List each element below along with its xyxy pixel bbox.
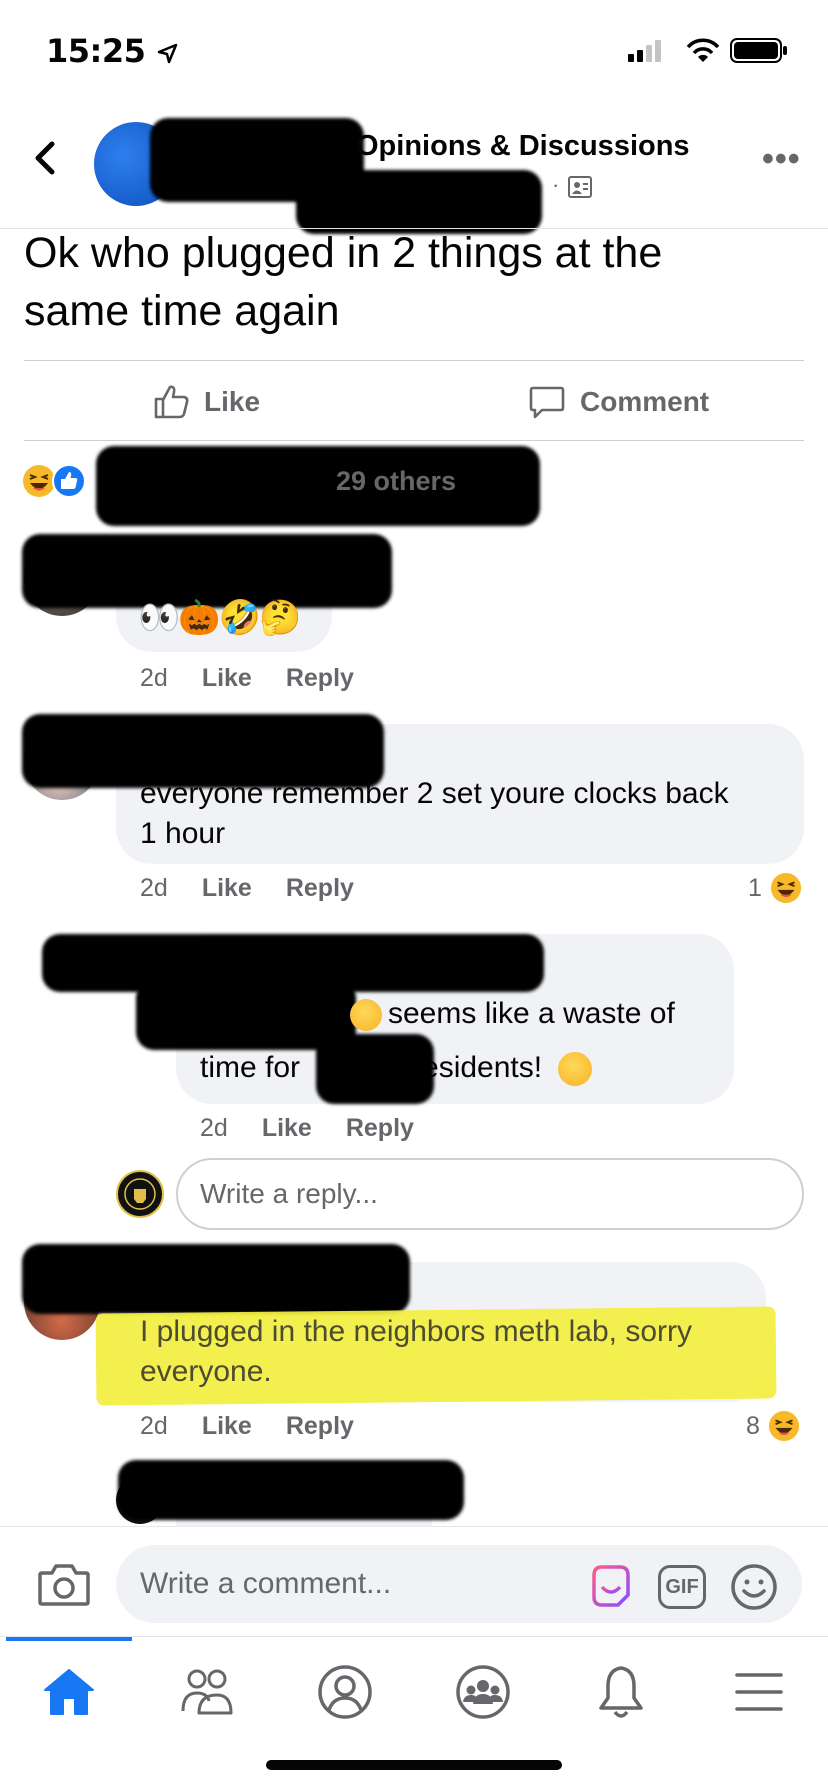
friends-icon xyxy=(181,1669,233,1715)
laugh-react-icon xyxy=(770,872,801,904)
tab-friends[interactable] xyxy=(172,1657,242,1727)
reaction-summary[interactable]: 29 others xyxy=(336,466,456,497)
redacted-commenter xyxy=(22,1244,410,1314)
comment-meta: 2d Like Reply xyxy=(140,1412,354,1441)
comment-icon xyxy=(529,386,565,419)
gif-button[interactable]: GIF xyxy=(658,1565,706,1609)
like-icon xyxy=(154,385,189,419)
like-button[interactable]: Like xyxy=(152,380,260,424)
user-avatar xyxy=(116,1170,164,1218)
avatar-sticker-button[interactable] xyxy=(588,1563,634,1609)
more-options-button[interactable]: ••• xyxy=(762,140,801,179)
tab-home-indicator xyxy=(6,1637,132,1641)
comment-reply-button[interactable]: Reply xyxy=(286,1412,354,1441)
back-button[interactable] xyxy=(30,138,70,182)
comment-time: 2d xyxy=(140,1412,168,1440)
location-arrow-icon xyxy=(157,43,178,64)
post-text: Ok who plugged in 2 things at the same t… xyxy=(24,229,663,335)
laugh-react-icon xyxy=(768,1410,799,1442)
signal-icon xyxy=(628,40,661,62)
action-divider-bottom xyxy=(24,440,804,441)
redacted-reply-author xyxy=(118,1460,464,1520)
status-time: 15:25 xyxy=(46,32,178,70)
comment-reply-button[interactable]: Reply xyxy=(286,664,354,693)
comment-reply-button[interactable]: Reply xyxy=(286,874,354,903)
comment-text: everyone remember 2 set youre clocks bac… xyxy=(140,777,729,850)
comment-text: I plugged in the neighbors meth lab, sor… xyxy=(140,1315,692,1388)
rofl-emoji-icon xyxy=(350,999,382,1032)
menu-icon xyxy=(735,1673,783,1711)
wifi-icon xyxy=(686,38,720,62)
redacted-location xyxy=(316,1034,434,1104)
reply-input[interactable]: Write a reply... xyxy=(176,1158,804,1230)
fist-badge-icon xyxy=(124,1178,156,1210)
group-title[interactable]: Opinions & Discussions xyxy=(356,130,690,163)
chevron-left-icon xyxy=(35,141,55,175)
home-indicator xyxy=(266,1760,562,1770)
comment-composer: Write a comment... GIF xyxy=(0,1526,828,1636)
comment-reaction-count[interactable]: 8 xyxy=(746,1410,800,1442)
joy-emoji-icon xyxy=(558,1052,593,1087)
privacy-icon xyxy=(568,176,592,203)
redacted-reactors xyxy=(96,446,540,526)
tab-menu[interactable] xyxy=(724,1657,794,1727)
comment-emojis: 👀🎃🤣🤔 xyxy=(138,599,301,637)
tab-notifications[interactable] xyxy=(586,1657,656,1727)
tab-home[interactable] xyxy=(34,1657,104,1727)
group-sub-separator: · xyxy=(552,172,560,197)
comment-time: 2d xyxy=(140,874,168,902)
redacted-commenter xyxy=(22,534,392,608)
reaction-laugh-icon xyxy=(22,464,56,498)
bell-icon xyxy=(599,1666,643,1718)
comment-meta: 2d Like Reply xyxy=(140,874,354,903)
reply-reply-button[interactable]: Reply xyxy=(346,1114,414,1143)
comment-like-button[interactable]: Like xyxy=(202,664,252,693)
profile-icon xyxy=(318,1665,372,1719)
comment-meta: 2d Like Reply xyxy=(140,664,354,693)
camera-icon xyxy=(38,1564,90,1606)
comment-button[interactable]: Comment xyxy=(528,380,709,424)
comment-like-button[interactable]: Like xyxy=(202,1412,252,1441)
reply-time: 2d xyxy=(200,1114,228,1142)
reply-like-button[interactable]: Like xyxy=(262,1114,312,1143)
status-icons xyxy=(612,36,792,64)
comment-time: 2d xyxy=(140,664,168,692)
comment-reaction-count[interactable]: 1 xyxy=(748,872,802,904)
tab-profile[interactable] xyxy=(310,1657,380,1727)
battery-icon xyxy=(730,38,787,63)
smiley-icon xyxy=(731,1564,777,1610)
emoji-button[interactable] xyxy=(730,1563,778,1611)
home-icon xyxy=(44,1669,94,1715)
action-divider-top xyxy=(24,360,804,361)
comment-like-button[interactable]: Like xyxy=(202,874,252,903)
avatar-sticker-icon xyxy=(592,1565,630,1607)
camera-button[interactable] xyxy=(38,1561,90,1607)
groups-icon xyxy=(456,1665,510,1719)
tab-groups[interactable] xyxy=(448,1657,518,1727)
reaction-like-icon xyxy=(52,464,86,498)
reply-text-line1: seems like a waste of xyxy=(350,994,675,1034)
gif-icon: GIF xyxy=(665,1575,699,1598)
reply-meta: 2d Like Reply xyxy=(200,1114,414,1143)
